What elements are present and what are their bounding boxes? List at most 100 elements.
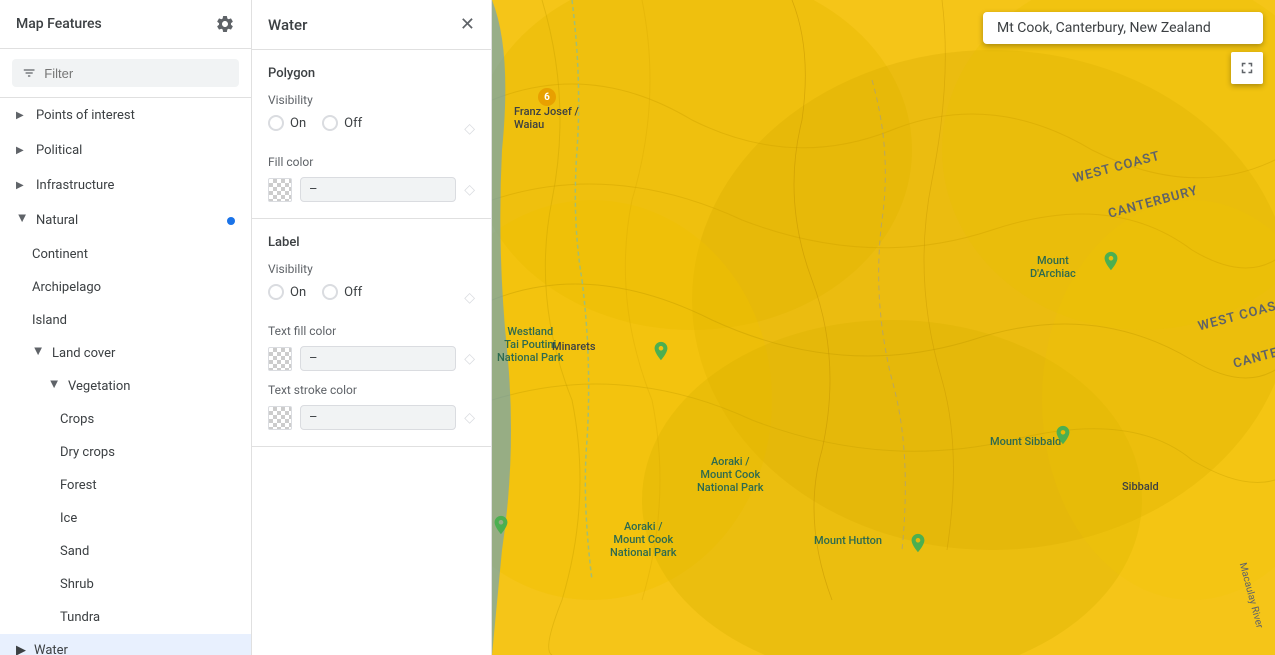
label-on-radio[interactable]: On (268, 284, 306, 300)
park-label-hutton: Mount Hutton (814, 534, 882, 547)
on-radio[interactable]: On (268, 115, 306, 131)
fullscreen-icon (1238, 59, 1256, 77)
map-features-title: Map Features (16, 16, 102, 32)
chevron-down-icon: ▶ (33, 348, 44, 360)
middle-header: Water ✕ (252, 0, 491, 50)
text-stroke-color-swatch[interactable] (268, 406, 292, 430)
sidebar-item-label: Archipelago (32, 280, 235, 295)
city-label-franz-josef: Franz Josef / Waiau (514, 105, 579, 131)
left-panel: Map Features ▶ Points of interest ▶ Poli… (0, 0, 252, 655)
label-section: Label Visibility On Off ◇ Text fill colo… (252, 219, 491, 447)
mountain-marker-np (492, 514, 512, 540)
sidebar-item-vegetation[interactable]: ▶ Vegetation (0, 370, 251, 403)
chevron-right-icon: ▶ (16, 643, 26, 655)
sidebar-item-label: Political (36, 143, 235, 158)
park-label-aoraki-2: Aoraki / Mount Cook National Park (610, 520, 677, 559)
chevron-down-icon: ▶ (17, 215, 28, 227)
sidebar-item-crops[interactable]: Crops (0, 403, 251, 436)
label-section-title: Label (268, 235, 475, 250)
sidebar-item-label: Land cover (52, 346, 235, 361)
text-fill-color-value: – (300, 346, 456, 371)
sidebar-item-dry-crops[interactable]: Dry crops (0, 436, 251, 469)
visibility-row: On Off ◇ (268, 115, 475, 143)
filter-bar (0, 49, 251, 98)
fill-color-value: – (300, 177, 456, 202)
text-stroke-color-value: – (300, 405, 456, 430)
visibility-label: Visibility (268, 262, 475, 276)
diamond-icon[interactable]: ◇ (464, 182, 475, 198)
polygon-section-title: Polygon (268, 66, 475, 81)
chevron-down-icon: ▶ (49, 381, 60, 393)
filter-icon (22, 65, 36, 81)
label-off-radio[interactable]: Off (322, 284, 362, 300)
on-radio-circle (268, 115, 284, 131)
sidebar-item-label: Infrastructure (36, 178, 235, 193)
active-dot (227, 217, 235, 225)
chevron-right-icon: ▶ (16, 145, 28, 156)
on-label: On (290, 116, 306, 131)
text-fill-color-swatch[interactable] (268, 347, 292, 371)
water-panel-title: Water (268, 16, 307, 34)
sidebar-item-tundra[interactable]: Tundra (0, 601, 251, 634)
gear-icon[interactable] (215, 14, 235, 34)
road-marker-6: 6 (538, 88, 556, 106)
mountain-marker-minarets (650, 340, 672, 366)
fill-color-swatch[interactable] (268, 178, 292, 202)
fill-color-label: Fill color (268, 155, 475, 169)
fullscreen-button[interactable] (1231, 52, 1263, 84)
diamond-icon[interactable]: ◇ (464, 351, 475, 367)
sidebar-item-label: Vegetation (68, 379, 235, 394)
visibility-label: Visibility (268, 93, 475, 107)
diamond-icon[interactable]: ◇ (464, 410, 475, 426)
park-label-westland: Westland Tai Poutini National Park (497, 325, 564, 364)
off-radio-circle (322, 115, 338, 131)
fill-color-row: – ◇ (268, 177, 475, 202)
sidebar-item-shrub[interactable]: Shrub (0, 568, 251, 601)
chevron-right-icon: ▶ (16, 180, 28, 191)
sidebar-item-island[interactable]: Island (0, 304, 251, 337)
text-stroke-color-label: Text stroke color (268, 383, 475, 397)
sidebar-item-forest[interactable]: Forest (0, 469, 251, 502)
sidebar-item-sand[interactable]: Sand (0, 535, 251, 568)
polygon-section: Polygon Visibility On Off ◇ Fill color –… (252, 50, 491, 219)
park-label-aoraki-1: Aoraki / Mount Cook National Park (697, 455, 764, 494)
sidebar-item-infrastructure[interactable]: ▶ Infrastructure (0, 168, 251, 203)
sidebar-item-label: Water (34, 643, 235, 655)
diamond-icon[interactable]: ◇ (464, 290, 475, 306)
mountain-marker-darchiac (1100, 250, 1122, 276)
sidebar-item-points-of-interest[interactable]: ▶ Points of interest (0, 98, 251, 133)
map-area[interactable]: Mt Cook, Canterbury, New Zealand 6 (492, 0, 1275, 655)
search-value: Mt Cook, Canterbury, New Zealand (997, 20, 1211, 36)
label-on-radio-circle (268, 284, 284, 300)
label-off-radio-circle (322, 284, 338, 300)
sidebar-item-political[interactable]: ▶ Political (0, 133, 251, 168)
mountain-marker-sibbald (1052, 424, 1074, 450)
on-label: On (290, 285, 306, 300)
sidebar-item-label: Points of interest (36, 108, 235, 123)
middle-panel: Water ✕ Polygon Visibility On Off ◇ Fill… (252, 0, 492, 655)
sidebar-item-natural[interactable]: ▶ Natural (0, 203, 251, 238)
city-label-sibbald: Sibbald (1122, 480, 1159, 493)
sidebar-item-water[interactable]: ▶ Water (0, 634, 251, 655)
sidebar-item-label: Continent (32, 247, 235, 262)
visibility-row: On Off ◇ (268, 284, 475, 312)
text-stroke-color-row: – ◇ (268, 405, 475, 430)
off-label: Off (344, 285, 362, 300)
search-bar[interactable]: Mt Cook, Canterbury, New Zealand (983, 12, 1263, 44)
text-fill-color-row: – ◇ (268, 346, 475, 371)
park-label-sibbald: Mount Sibbald (990, 435, 1061, 448)
left-header: Map Features (0, 0, 251, 49)
sidebar-item-archipelago[interactable]: Archipelago (0, 271, 251, 304)
park-label-darchiac: Mount D'Archiac (1030, 254, 1076, 280)
filter-input[interactable] (44, 66, 229, 81)
sidebar-item-ice[interactable]: Ice (0, 502, 251, 535)
sidebar-item-continent[interactable]: Continent (0, 238, 251, 271)
filter-input-wrapper[interactable] (12, 59, 239, 87)
off-label: Off (344, 116, 362, 131)
off-radio[interactable]: Off (322, 115, 362, 131)
sidebar-item-label: Island (32, 313, 235, 328)
diamond-icon[interactable]: ◇ (464, 121, 475, 137)
sidebar-item-label: Natural (36, 213, 219, 228)
close-icon[interactable]: ✕ (460, 14, 475, 35)
sidebar-item-land-cover[interactable]: ▶ Land cover (0, 337, 251, 370)
